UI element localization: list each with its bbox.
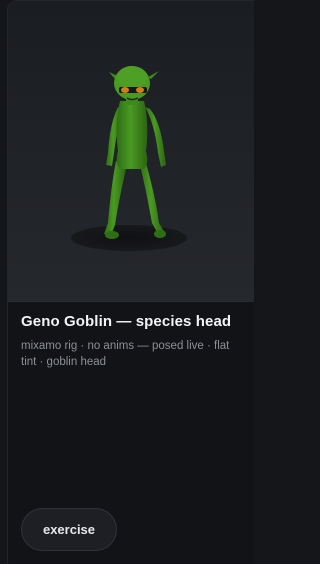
page: Geno Goblin — species head mixamo rig · … [0, 0, 254, 564]
right-eye [136, 87, 144, 93]
card-title: Geno Goblin — species head [21, 313, 232, 330]
model-preview-viewport[interactable] [8, 1, 254, 302]
character-card: Geno Goblin — species head mixamo rig · … [7, 0, 254, 564]
right-leg [139, 161, 165, 234]
right-ear [148, 71, 159, 79]
torso [116, 101, 148, 169]
goblin-model-figure [71, 66, 187, 251]
exercise-button[interactable]: exercise [21, 508, 117, 551]
left-eye [121, 87, 129, 93]
ground-shadow [71, 225, 187, 251]
left-leg [104, 161, 126, 235]
right-arm [145, 107, 166, 167]
left-foot [105, 231, 119, 239]
right-foot [154, 230, 166, 238]
card-description: mixamo rig · no anims — posed live · fla… [21, 340, 230, 368]
